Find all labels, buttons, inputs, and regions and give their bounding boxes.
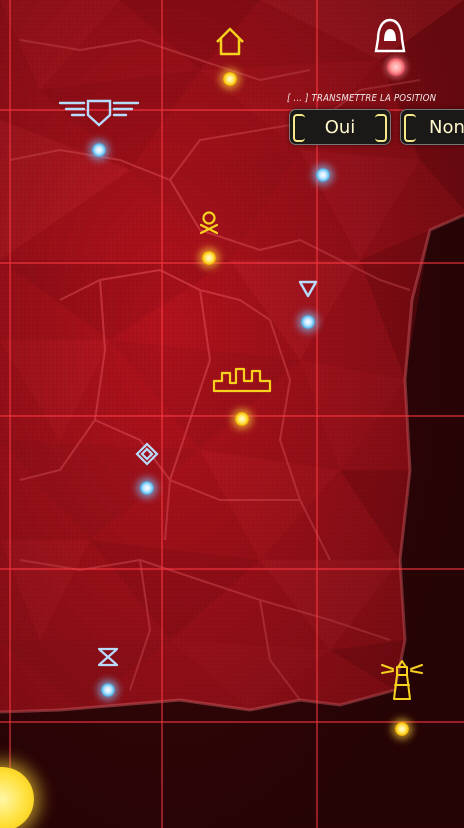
player-position-marker[interactable] bbox=[387, 58, 405, 76]
location-marker[interactable] bbox=[235, 412, 249, 426]
location-marker[interactable] bbox=[202, 251, 216, 265]
location-marker[interactable] bbox=[92, 143, 106, 157]
yes-button[interactable]: Oui bbox=[290, 110, 390, 144]
skull-crossbones-icon[interactable] bbox=[198, 210, 220, 236]
bracket-left-decoration bbox=[404, 114, 416, 142]
location-marker[interactable] bbox=[301, 315, 315, 329]
hourglass-icon[interactable] bbox=[96, 646, 120, 668]
game-map[interactable] bbox=[0, 0, 464, 828]
bracket-left-decoration bbox=[293, 114, 305, 142]
hooded-figure-icon[interactable] bbox=[373, 17, 407, 55]
triangle-down-icon[interactable] bbox=[297, 279, 319, 299]
winged-shield-icon[interactable] bbox=[58, 95, 140, 129]
castle-icon[interactable] bbox=[212, 365, 272, 395]
no-button-label: Non bbox=[429, 116, 464, 138]
house-icon[interactable] bbox=[212, 24, 248, 60]
yes-button-label: Oui bbox=[324, 116, 356, 138]
no-button[interactable]: Non bbox=[401, 110, 464, 144]
diamond-icon[interactable] bbox=[135, 442, 159, 466]
location-marker[interactable] bbox=[316, 168, 330, 182]
location-marker[interactable] bbox=[395, 722, 409, 736]
bracket-right-decoration bbox=[375, 114, 387, 142]
transmit-prompt: [ ... ] TRANSMETTRE LA POSITION bbox=[287, 93, 437, 104]
lighthouse-icon[interactable] bbox=[380, 655, 424, 705]
location-marker[interactable] bbox=[223, 72, 237, 86]
location-marker[interactable] bbox=[101, 683, 115, 697]
location-marker[interactable] bbox=[140, 481, 154, 495]
